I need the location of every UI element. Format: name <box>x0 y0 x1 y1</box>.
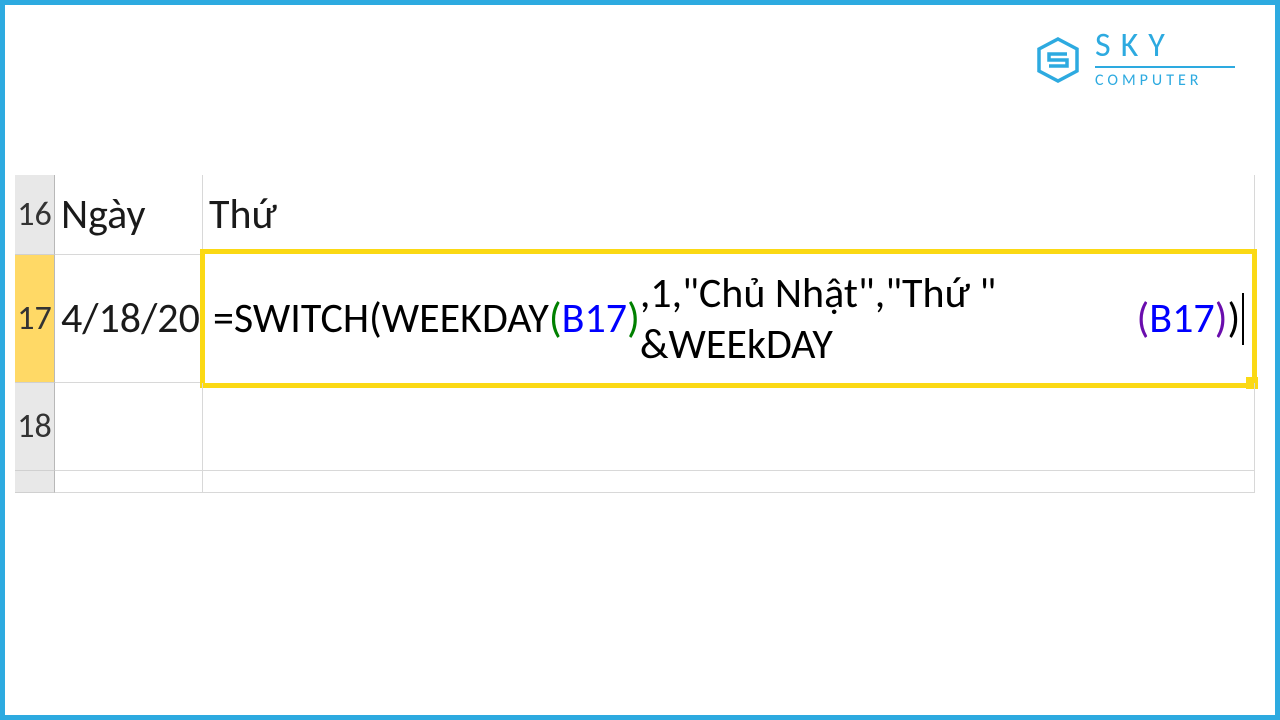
formula-token: ( <box>1137 293 1150 344</box>
cell-a17[interactable]: 4/18/2021 <box>55 255 203 383</box>
brand-logo: SKY COMPUTER <box>1033 29 1235 90</box>
row-header-16[interactable]: 16 <box>15 175 55 255</box>
app-frame: SKY COMPUTER 16 Ngày Thứ 17 4/18/2021 =S… <box>0 0 1280 720</box>
text-cursor <box>1242 293 1244 345</box>
logo-text: SKY COMPUTER <box>1095 29 1235 90</box>
formula-cell-ref: B17 <box>1149 293 1214 344</box>
formula-token: ) <box>1215 293 1228 344</box>
cell-b16[interactable]: Thứ <box>203 175 1255 255</box>
row-17: 17 4/18/2021 =SWITCH(WEEKDAY(B17),1,"Chủ… <box>15 255 1255 383</box>
row-header-17[interactable]: 17 <box>15 255 55 383</box>
formula-token: ( <box>549 293 562 344</box>
logo-primary-text: SKY <box>1095 29 1235 63</box>
formula-token: WEEKDAY <box>382 293 549 344</box>
cell-a16[interactable]: Ngày <box>55 175 203 255</box>
formula-cell-ref: B17 <box>562 293 627 344</box>
sky-logo-icon <box>1033 35 1083 85</box>
logo-divider <box>1095 66 1235 68</box>
cell-partial-b[interactable] <box>203 471 1255 493</box>
formula-token: =SWITCH <box>213 293 369 344</box>
formula-edit-box[interactable]: =SWITCH(WEEKDAY(B17),1,"Chủ Nhật","Thứ "… <box>200 249 1257 388</box>
cell-partial-a[interactable] <box>55 471 203 493</box>
formula-token: ( <box>369 293 382 344</box>
cell-b17-formula[interactable]: =SWITCH(WEEKDAY(B17),1,"Chủ Nhật","Thứ "… <box>203 255 1255 383</box>
row-18: 18 <box>15 383 1255 471</box>
formula-token: ,1,"Chủ Nhật","Thứ " &WEEkDAY <box>640 268 1137 370</box>
formula-token: ) <box>627 293 640 344</box>
row-header-partial[interactable] <box>15 471 55 493</box>
cell-b18[interactable] <box>203 383 1255 471</box>
formula-token: ) <box>1227 293 1240 344</box>
row-partial <box>15 471 1255 493</box>
row-header-18[interactable]: 18 <box>15 383 55 471</box>
row-16: 16 Ngày Thứ <box>15 175 1255 255</box>
cell-a18[interactable] <box>55 383 203 471</box>
spreadsheet-grid[interactable]: 16 Ngày Thứ 17 4/18/2021 =SWITCH(WEEKDAY… <box>15 175 1255 493</box>
logo-secondary-text: COMPUTER <box>1095 71 1235 90</box>
